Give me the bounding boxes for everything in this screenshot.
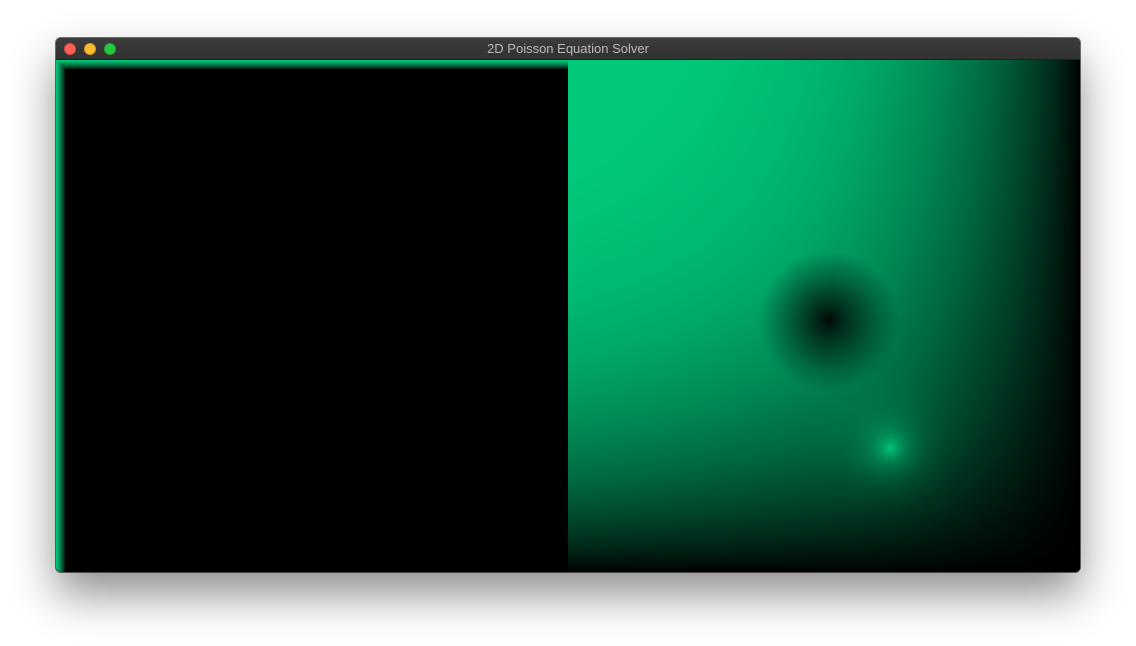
source-field-canvas[interactable]	[56, 60, 568, 572]
source-field-view[interactable]	[56, 60, 568, 572]
app-window: 2D Poisson Equation Solver	[56, 38, 1080, 572]
solution-field-view[interactable]	[568, 60, 1080, 572]
solution-field-canvas[interactable]	[568, 60, 1080, 572]
window-title: 2D Poisson Equation Solver	[487, 41, 649, 56]
content-area	[56, 60, 1080, 572]
title-bar[interactable]: 2D Poisson Equation Solver	[56, 38, 1080, 60]
